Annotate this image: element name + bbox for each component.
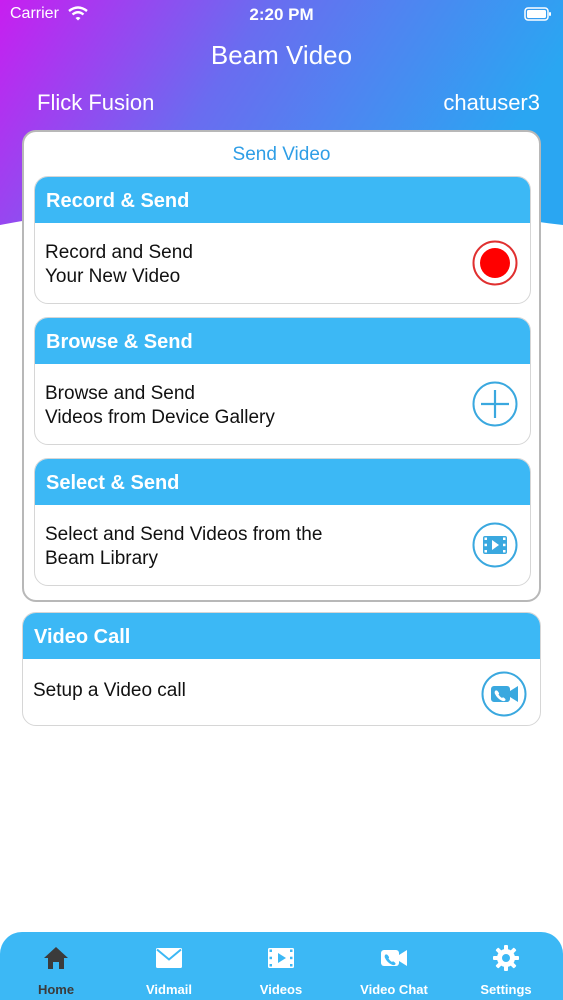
- select-send-body: Select and Send Videos from the Beam Lib…: [35, 505, 530, 585]
- battery-icon: [524, 7, 551, 21]
- tab-settings[interactable]: Settings: [450, 932, 562, 1000]
- tab-videos-label: Videos: [259, 982, 303, 997]
- film-icon[interactable]: [472, 522, 518, 568]
- select-send-description: Select and Send Videos from the Beam Lib…: [45, 523, 322, 571]
- record-send-line2: Your New Video: [45, 266, 181, 287]
- mail-icon: [156, 948, 182, 968]
- browse-send-heading: Browse & Send: [35, 318, 530, 364]
- browse-send-card[interactable]: Browse & Send Browse and Send Videos fro…: [34, 317, 531, 445]
- select-send-line2: Beam Library: [45, 548, 158, 569]
- record-send-line1: Record and Send: [45, 242, 193, 263]
- browse-send-line1: Browse and Send: [45, 383, 195, 404]
- video-call-card[interactable]: Video Call Setup a Video call: [22, 612, 541, 726]
- tab-home[interactable]: Home: [0, 932, 112, 1000]
- plus-icon[interactable]: [472, 381, 518, 427]
- video-call-heading: Video Call: [23, 613, 540, 659]
- tab-videos[interactable]: Videos: [225, 932, 337, 1000]
- film-icon: [268, 948, 294, 968]
- video-call-body: Setup a Video call: [23, 659, 540, 725]
- tab-settings-label: Settings: [480, 982, 532, 997]
- select-send-heading: Select & Send: [35, 459, 530, 505]
- status-bar: Carrier 2:20 PM: [0, 0, 563, 28]
- browse-send-line2: Videos from Device Gallery: [45, 407, 275, 428]
- browse-send-description: Browse and Send Videos from Device Galle…: [45, 382, 275, 430]
- tab-video-chat[interactable]: Video Chat: [338, 932, 450, 1000]
- status-time: 2:20 PM: [249, 5, 314, 24]
- tab-home-label: Home: [37, 982, 75, 997]
- tab-bar: Home Vidmail Videos Video Chat Settings: [0, 932, 563, 1000]
- video-camera-icon[interactable]: [481, 671, 527, 717]
- video-call-description: Setup a Video call: [33, 680, 186, 701]
- tab-vidmail-label: Vidmail: [145, 982, 192, 997]
- select-send-card[interactable]: Select & Send Select and Send Videos fro…: [34, 458, 531, 586]
- tab-vidmail[interactable]: Vidmail: [113, 932, 225, 1000]
- send-video-panel: Send Video Record & Send Record and Send…: [22, 130, 541, 602]
- record-send-description: Record and Send Your New Video: [45, 241, 193, 289]
- browse-send-body: Browse and Send Videos from Device Galle…: [35, 364, 530, 444]
- organization-name: Flick Fusion: [37, 90, 155, 115]
- record-send-body: Record and Send Your New Video: [35, 223, 530, 303]
- app-title: Beam Video: [210, 40, 353, 70]
- username: chatuser3: [443, 90, 540, 115]
- home-icon: [44, 947, 68, 969]
- record-send-heading: Record & Send: [35, 177, 530, 223]
- select-send-line1: Select and Send Videos from the: [45, 524, 323, 545]
- record-icon[interactable]: [472, 240, 518, 286]
- send-video-title: Send Video: [232, 144, 331, 165]
- gear-icon: [493, 945, 519, 971]
- record-send-card[interactable]: Record & Send Record and Send Your New V…: [34, 176, 531, 304]
- tab-video-chat-label: Video Chat: [360, 982, 428, 997]
- video-camera-icon: [381, 950, 407, 966]
